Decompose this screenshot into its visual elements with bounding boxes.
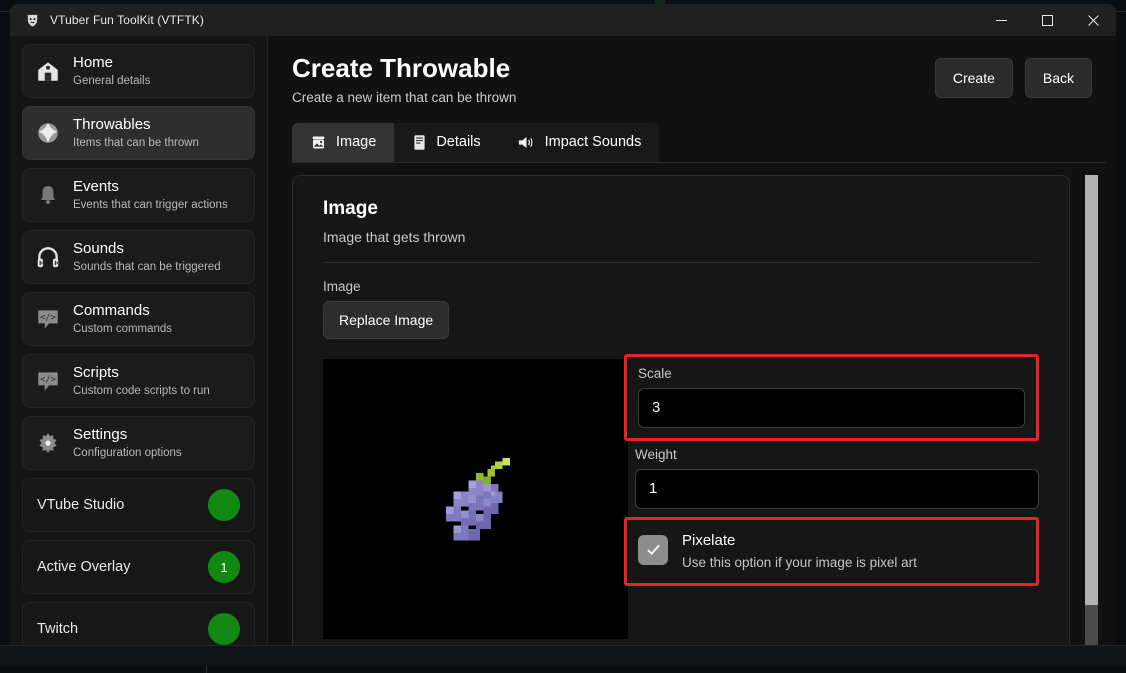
image-settings-card: Image Image that gets thrown Image Repla…: [292, 175, 1070, 661]
bell-icon: [33, 183, 63, 207]
create-button[interactable]: Create: [935, 58, 1013, 98]
code-icon: </>: [33, 306, 63, 332]
status-badge: [208, 489, 240, 521]
replace-image-button[interactable]: Replace Image: [323, 301, 449, 339]
title-bar[interactable]: VTuber Fun ToolKit (VTFTK): [10, 4, 1116, 36]
pixel-art-grapes: [416, 439, 536, 559]
pixelate-checkbox-row[interactable]: Pixelate Use this option if your image i…: [638, 531, 1025, 570]
status-badge: 1: [208, 551, 240, 583]
scale-field-highlight: Scale 3: [624, 354, 1039, 441]
sidebar-item-sublabel: Sounds that can be triggered: [73, 259, 221, 275]
tab-bar: Image Details: [292, 123, 659, 162]
window-controls: [978, 4, 1116, 36]
tab-details[interactable]: Details: [394, 123, 498, 162]
home-icon: [33, 58, 63, 84]
scrollbar-thumb[interactable]: [1085, 175, 1098, 605]
tab-label: Image: [336, 134, 376, 150]
sidebar-item-throwables[interactable]: Throwables Items that can be thrown: [22, 106, 255, 160]
document-icon: [412, 134, 427, 151]
card-title: Image: [323, 198, 1039, 220]
weight-input[interactable]: 1: [635, 469, 1039, 509]
sidebar-item-sublabel: Custom code scripts to run: [73, 383, 210, 399]
sidebar-item-sublabel: Events that can trigger actions: [73, 197, 228, 213]
sidebar-item-sublabel: Configuration options: [73, 445, 182, 461]
headphones-icon: [33, 244, 63, 270]
desktop-footer: [0, 666, 1126, 673]
sidebar-item-scripts[interactable]: </> Scripts Custom code scripts to run: [22, 354, 255, 408]
status-label: Twitch: [37, 621, 78, 637]
back-button[interactable]: Back: [1025, 58, 1092, 98]
tab-label: Details: [436, 134, 480, 150]
scale-label: Scale: [638, 366, 1025, 381]
status-label: VTube Studio: [37, 497, 124, 513]
svg-text:</>: </>: [40, 375, 56, 385]
gear-icon: [33, 431, 63, 455]
sidebar-item-home[interactable]: Home General details: [22, 44, 255, 98]
sidebar-item-sounds[interactable]: Sounds Sounds that can be triggered: [22, 230, 255, 284]
card-divider: [323, 262, 1039, 263]
image-icon: [310, 134, 327, 151]
content-scroll-region: Image Image that gets thrown Image Repla…: [292, 162, 1106, 661]
maximize-icon[interactable]: [1024, 4, 1070, 36]
main-content: Create Throwable Create a new item that …: [268, 36, 1116, 661]
pixelate-checkbox[interactable]: [638, 535, 668, 565]
sidebar-item-sublabel: General details: [73, 73, 150, 89]
sidebar-item-label: Throwables: [73, 115, 199, 134]
sidebar-item-label: Sounds: [73, 239, 221, 258]
ball-icon: [33, 120, 63, 146]
page-title: Create Throwable: [292, 52, 935, 84]
app-body: Home General details Throwables Item: [10, 36, 1116, 661]
desktop-background: VTuber Fun ToolKit (VTFTK): [0, 0, 1126, 673]
close-icon[interactable]: [1070, 4, 1116, 36]
status-active-overlay[interactable]: Active Overlay 1: [22, 540, 255, 594]
pixelate-label: Pixelate: [682, 531, 917, 551]
sidebar: Home General details Throwables Item: [10, 36, 268, 661]
sidebar-item-sublabel: Custom commands: [73, 321, 172, 337]
sidebar-item-label: Home: [73, 53, 150, 72]
pixelate-field-highlight: Pixelate Use this option if your image i…: [624, 517, 1039, 586]
page-subtitle: Create a new item that can be thrown: [292, 90, 935, 105]
sidebar-item-label: Scripts: [73, 363, 210, 382]
status-vtube-studio[interactable]: VTube Studio: [22, 478, 255, 532]
page-header: Create Throwable Create a new item that …: [292, 52, 1106, 105]
desktop-footer-divider: [206, 666, 207, 673]
sidebar-item-events[interactable]: Events Events that can trigger actions: [22, 168, 255, 222]
pixelate-description: Use this option if your image is pixel a…: [682, 555, 917, 570]
sidebar-item-sublabel: Items that can be thrown: [73, 135, 199, 151]
desktop-taskbar-band: [0, 645, 1126, 666]
speaker-icon: [517, 134, 536, 151]
card-subtitle: Image that gets thrown: [323, 229, 1039, 245]
tab-label: Impact Sounds: [545, 134, 642, 150]
check-icon: [645, 541, 662, 558]
sidebar-item-label: Settings: [73, 425, 182, 444]
image-field-label: Image: [323, 279, 1039, 294]
sidebar-item-label: Events: [73, 177, 228, 196]
scale-input[interactable]: 3: [638, 388, 1025, 428]
code-icon: </>: [33, 368, 63, 394]
sidebar-item-commands[interactable]: </> Commands Custom commands: [22, 292, 255, 346]
weight-field: Weight 1: [635, 447, 1039, 509]
status-badge: [208, 613, 240, 645]
window-title: VTuber Fun ToolKit (VTFTK): [50, 13, 204, 27]
status-label: Active Overlay: [37, 559, 130, 575]
weight-label: Weight: [635, 447, 1039, 462]
content-scrollbar[interactable]: [1085, 175, 1098, 661]
image-preview[interactable]: [323, 359, 628, 639]
tab-impact-sounds[interactable]: Impact Sounds: [499, 123, 660, 162]
vtftk-logo-icon: [24, 12, 40, 28]
svg-text:</>: </>: [40, 313, 56, 323]
minimize-icon[interactable]: [978, 4, 1024, 36]
application-window: VTuber Fun ToolKit (VTFTK): [10, 4, 1116, 661]
tab-image[interactable]: Image: [292, 123, 394, 162]
header-actions: Create Back: [935, 52, 1106, 98]
sidebar-item-label: Commands: [73, 301, 172, 320]
sidebar-item-settings[interactable]: Settings Configuration options: [22, 416, 255, 470]
